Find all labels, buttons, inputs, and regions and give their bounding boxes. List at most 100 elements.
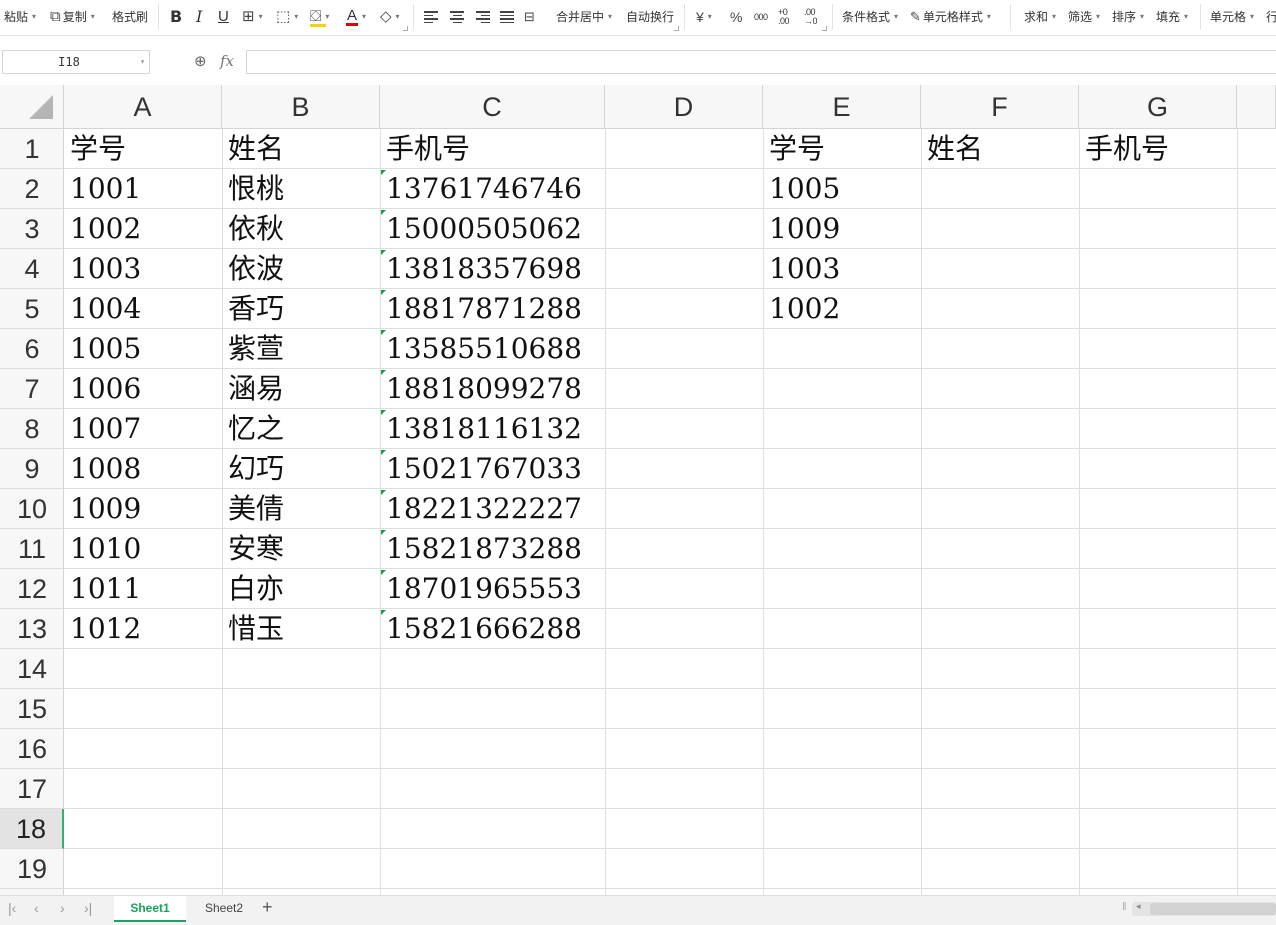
cell-c13[interactable]: 15821666288 bbox=[380, 609, 605, 649]
group-expand-icon[interactable] bbox=[674, 26, 679, 31]
percent-button[interactable]: % bbox=[730, 6, 742, 28]
cell-c8[interactable]: 13818116132 bbox=[380, 409, 605, 449]
cell-c11[interactable]: 15821873288 bbox=[380, 529, 605, 569]
column-header-g[interactable]: G bbox=[1079, 85, 1237, 129]
align-center-button[interactable] bbox=[450, 6, 464, 28]
cell-c7[interactable]: 18818099278 bbox=[380, 369, 605, 409]
cell-c2[interactable]: 13761746746 bbox=[380, 169, 605, 209]
cell-b13[interactable]: 惜玉 bbox=[222, 609, 380, 649]
underline-button[interactable]: U bbox=[218, 6, 229, 28]
align-left-button[interactable] bbox=[424, 6, 438, 28]
borders-button[interactable]: ⊞ ▾ bbox=[242, 6, 263, 28]
fill-button[interactable]: 填充 ▾ bbox=[1156, 6, 1188, 28]
wrap-text-button[interactable]: 自动换行 bbox=[626, 6, 674, 28]
row-header-14[interactable]: 14 bbox=[0, 649, 64, 689]
cell-c9[interactable]: 15021767033 bbox=[380, 449, 605, 489]
clear-button[interactable]: ◇ ▾ bbox=[380, 6, 400, 28]
column-header-f[interactable]: F bbox=[921, 85, 1079, 129]
row-header-11[interactable]: 11 bbox=[0, 529, 64, 569]
next-sheet-icon[interactable]: › bbox=[60, 900, 65, 916]
increase-decimal-button[interactable]: +0 .00 bbox=[778, 6, 796, 28]
group-expand-icon[interactable] bbox=[822, 26, 827, 31]
row-col-button[interactable]: 行 bbox=[1266, 6, 1276, 28]
cell-f1[interactable]: 姓名 bbox=[921, 129, 1079, 169]
zoom-icon[interactable]: ⊕ bbox=[194, 52, 207, 70]
conditional-format-button[interactable]: 条件格式 ▾ bbox=[842, 6, 898, 28]
formula-input[interactable] bbox=[246, 50, 1276, 74]
cell-e5[interactable]: 1002 bbox=[763, 289, 921, 329]
cell-a2[interactable]: 1001 bbox=[64, 169, 222, 209]
cell-a5[interactable]: 1004 bbox=[64, 289, 222, 329]
filter-button[interactable]: 筛选 ▾ bbox=[1068, 6, 1100, 28]
cell-b11[interactable]: 安寒 bbox=[222, 529, 380, 569]
cell-a11[interactable]: 1010 bbox=[64, 529, 222, 569]
format-painter-button[interactable]: 格式刷 bbox=[112, 6, 148, 28]
add-sheet-button[interactable]: + bbox=[262, 897, 273, 918]
scrollbar-thumb[interactable] bbox=[1150, 903, 1276, 915]
cell-e2[interactable]: 1005 bbox=[763, 169, 921, 209]
fx-icon[interactable]: fx bbox=[220, 52, 234, 70]
cell-a9[interactable]: 1008 bbox=[64, 449, 222, 489]
cell-a13[interactable]: 1012 bbox=[64, 609, 222, 649]
cell-b6[interactable]: 紫萱 bbox=[222, 329, 380, 369]
cell-c12[interactable]: 18701965553 bbox=[380, 569, 605, 609]
distributed-button[interactable]: ⊟ bbox=[524, 6, 535, 28]
cell-a3[interactable]: 1002 bbox=[64, 209, 222, 249]
cell-button[interactable]: 单元格 ▾ bbox=[1210, 6, 1254, 28]
fill-color-button[interactable]: ⛋ ▾ bbox=[310, 6, 329, 28]
row-header-1[interactable]: 1 bbox=[0, 129, 64, 169]
sheet-tab-sheet1[interactable]: Sheet1 bbox=[114, 896, 186, 922]
prev-sheet-icon[interactable]: ‹ bbox=[34, 900, 39, 916]
cell-b5[interactable]: 香巧 bbox=[222, 289, 380, 329]
chevron-down-icon[interactable]: ▾ bbox=[140, 51, 145, 73]
split-handle-icon[interactable]: ‖ bbox=[1122, 901, 1127, 913]
sum-button[interactable]: 求和 ▾ bbox=[1024, 6, 1056, 28]
first-sheet-icon[interactable]: |‹ bbox=[8, 900, 16, 916]
font-color-button[interactable]: A ▾ bbox=[346, 6, 366, 28]
cell-b7[interactable]: 涵易 bbox=[222, 369, 380, 409]
cell-b9[interactable]: 幻巧 bbox=[222, 449, 380, 489]
merge-center-button[interactable]: 合并居中 ▾ bbox=[556, 6, 612, 28]
cell-e4[interactable]: 1003 bbox=[763, 249, 921, 289]
cell-a12[interactable]: 1011 bbox=[64, 569, 222, 609]
cell-c6[interactable]: 13585510688 bbox=[380, 329, 605, 369]
sort-button[interactable]: 排序 ▾ bbox=[1112, 6, 1144, 28]
thousands-button[interactable]: 000 bbox=[754, 6, 768, 28]
row-header-13[interactable]: 13 bbox=[0, 609, 64, 649]
row-header-16[interactable]: 16 bbox=[0, 729, 64, 769]
cell-c1[interactable]: 手机号 bbox=[380, 129, 605, 169]
align-right-button[interactable] bbox=[476, 6, 490, 28]
name-box[interactable]: I18 ▾ bbox=[2, 50, 150, 74]
row-header-2[interactable]: 2 bbox=[0, 169, 64, 209]
scroll-left-icon[interactable]: ◂ bbox=[1136, 901, 1141, 912]
row-header-6[interactable]: 6 bbox=[0, 329, 64, 369]
cell-a4[interactable]: 1003 bbox=[64, 249, 222, 289]
justify-button[interactable] bbox=[500, 6, 514, 28]
row-header-9[interactable]: 9 bbox=[0, 449, 64, 489]
column-header-e[interactable]: E bbox=[763, 85, 921, 129]
cell-g1[interactable]: 手机号 bbox=[1079, 129, 1237, 169]
cell-b3[interactable]: 依秋 bbox=[222, 209, 380, 249]
cell-format-button[interactable]: ⬚ ▾ bbox=[276, 6, 298, 28]
cell-b8[interactable]: 忆之 bbox=[222, 409, 380, 449]
last-sheet-icon[interactable]: ›| bbox=[84, 900, 92, 916]
cell-e3[interactable]: 1009 bbox=[763, 209, 921, 249]
cell-a6[interactable]: 1005 bbox=[64, 329, 222, 369]
group-expand-icon[interactable] bbox=[403, 26, 408, 31]
cell-a10[interactable]: 1009 bbox=[64, 489, 222, 529]
copy-button[interactable]: ⧉ 复制 ▾ bbox=[50, 6, 95, 28]
cell-c3[interactable]: 15000505062 bbox=[380, 209, 605, 249]
row-header-17[interactable]: 17 bbox=[0, 769, 64, 809]
column-header-overflow[interactable] bbox=[1237, 85, 1276, 129]
cell-b2[interactable]: 恨桃 bbox=[222, 169, 380, 209]
row-header-19[interactable]: 19 bbox=[0, 849, 64, 889]
cell-a1[interactable]: 学号 bbox=[64, 129, 222, 169]
cell-b1[interactable]: 姓名 bbox=[222, 129, 380, 169]
cell-a8[interactable]: 1007 bbox=[64, 409, 222, 449]
row-header-18[interactable]: 18 bbox=[0, 809, 64, 849]
row-header-10[interactable]: 10 bbox=[0, 489, 64, 529]
cell-e1[interactable]: 学号 bbox=[763, 129, 921, 169]
sheet-tab-sheet2[interactable]: Sheet2 bbox=[188, 896, 260, 922]
row-header-8[interactable]: 8 bbox=[0, 409, 64, 449]
decrease-decimal-button[interactable]: .00 →0 bbox=[804, 6, 822, 28]
